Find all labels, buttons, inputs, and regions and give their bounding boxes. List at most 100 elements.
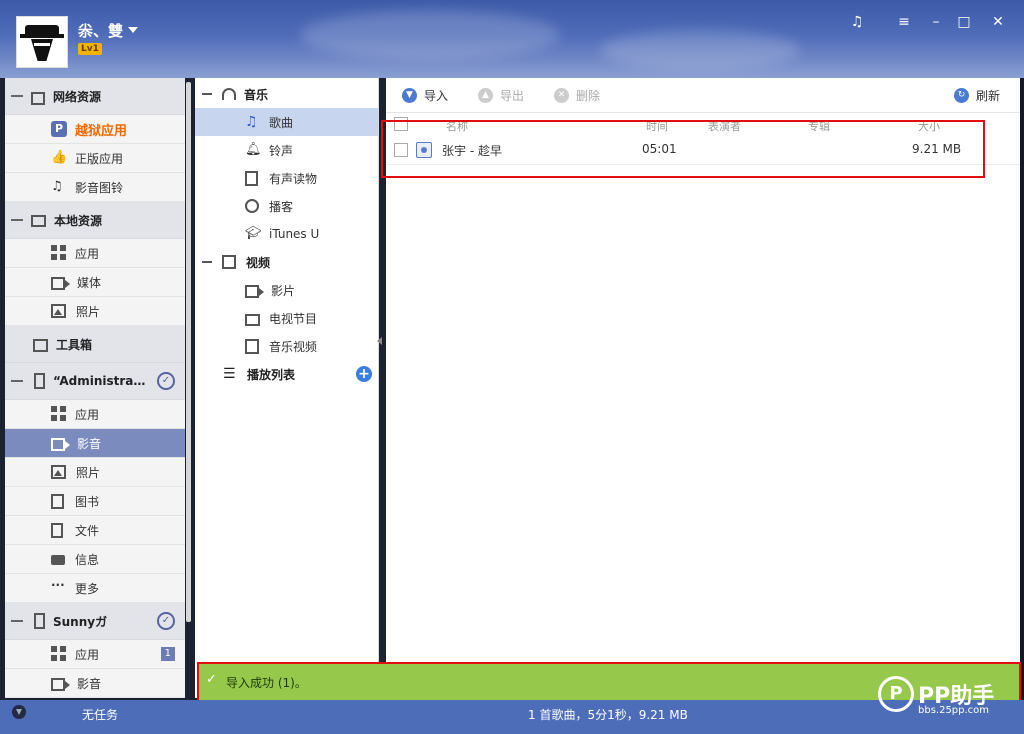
update-count-badge: 1 xyxy=(160,647,175,661)
category-title: 播放列表 xyxy=(247,367,296,382)
category-item-songs[interactable]: ♫ 歌曲 xyxy=(195,108,378,136)
export-button[interactable]: ▲ 导出 xyxy=(478,87,524,104)
picture-icon xyxy=(51,465,66,479)
sidebar-item-label: 应用 xyxy=(75,246,100,261)
sidebar-item-local-photos[interactable]: 照片 xyxy=(5,297,185,326)
sidebar-section-device-sunny[interactable]: Sunnyガ ✓ xyxy=(5,603,185,640)
sidebar-item-device-more[interactable]: ··· 更多 xyxy=(5,574,185,603)
refresh-label: 刷新 xyxy=(975,88,1000,103)
sidebar-item-label: 更多 xyxy=(75,581,100,596)
sidebar-item-label: 照片 xyxy=(76,465,101,480)
category-title: 音乐 xyxy=(244,87,269,102)
sidebar-item-label: 影音 xyxy=(77,436,102,451)
category-item-label: iTunes U xyxy=(269,227,320,241)
thumbs-up-icon: 👍 xyxy=(51,150,68,165)
sidebar-item-device-books[interactable]: 图书 xyxy=(5,487,185,516)
category-item-label: 播客 xyxy=(269,199,294,214)
category-item-movies[interactable]: 影片 xyxy=(195,276,378,304)
sidebar-section-title: “Administra… xyxy=(53,374,146,388)
video-camera-icon xyxy=(51,677,70,691)
bottom-bar: 无任务 1 首歌曲，5分1秒，9.21 MB xyxy=(0,700,1024,734)
sidebar-item-genuine-apps[interactable]: 👍 正版应用 xyxy=(5,144,185,173)
sidebar-section-local[interactable]: 本地资源 xyxy=(5,202,185,239)
sidebar-item-device-apps[interactable]: 应用 xyxy=(5,400,185,429)
delete-button[interactable]: ✕ 删除 xyxy=(554,87,600,104)
sidebar-item-local-apps[interactable]: 应用 xyxy=(5,239,185,268)
category-item-tv-shows[interactable]: 电视节目 xyxy=(195,304,378,332)
menu-icon[interactable]: ≡ xyxy=(894,12,914,32)
category-item-music-videos[interactable]: 音乐视频 xyxy=(195,332,378,360)
category-item-audiobooks[interactable]: 有声读物 xyxy=(195,164,378,192)
file-icon xyxy=(51,522,63,538)
refresh-icon: ↻ xyxy=(953,87,969,103)
sidebar-item-sunny-apps[interactable]: 应用 1 xyxy=(5,640,185,669)
category-item-ringtones[interactable]: 🔔︎ 铃声 xyxy=(195,136,378,164)
sidebar-item-device-photos[interactable]: 照片 xyxy=(5,458,185,487)
collapse-panel-icon[interactable] xyxy=(377,337,382,345)
book-icon xyxy=(51,493,64,509)
sidebar-item-label: 应用 xyxy=(75,407,100,422)
check-circle-icon: ✓ xyxy=(157,372,175,390)
music-video-icon xyxy=(245,338,259,354)
category-playlist-header[interactable]: ☰ 播放列表 + xyxy=(195,360,378,388)
sidebar-item-device-media[interactable]: 影音 xyxy=(5,429,185,458)
category-item-label: 电视节目 xyxy=(269,311,318,326)
sidebar-item-label: 应用 xyxy=(75,647,100,662)
picture-icon xyxy=(51,304,66,318)
import-button[interactable]: ▼ 导入 xyxy=(402,87,448,104)
category-video-header[interactable]: 视频 xyxy=(195,248,378,276)
sidebar-item-label: 媒体 xyxy=(77,275,102,290)
music-icon[interactable]: ♫ xyxy=(847,12,867,32)
add-playlist-button[interactable]: + xyxy=(356,366,372,382)
user-avatar[interactable] xyxy=(16,16,68,68)
refresh-button[interactable]: ↻ 刷新 xyxy=(953,87,1000,104)
more-icon: ··· xyxy=(51,578,65,592)
task-status[interactable]: 无任务 xyxy=(82,706,118,723)
video-camera-icon xyxy=(51,437,70,451)
category-item-label: 有声读物 xyxy=(269,171,318,186)
category-item-podcasts[interactable]: 播客 xyxy=(195,192,378,220)
sidebar-item-local-media[interactable]: 媒体 xyxy=(5,268,185,297)
p-icon: P xyxy=(51,121,67,137)
category-item-label: 音乐视频 xyxy=(269,339,318,354)
video-camera-icon xyxy=(245,284,264,298)
playlist-icon: ☰ xyxy=(223,366,236,382)
sidebar-item-jailbreak-apps[interactable]: P 越狱应用 xyxy=(5,115,185,144)
username[interactable]: 尜、雙 xyxy=(78,20,123,41)
grid-icon xyxy=(51,646,67,662)
delete-icon: ✕ xyxy=(554,87,570,103)
export-label: 导出 xyxy=(500,88,525,103)
sidebar-section-toolbox[interactable]: 工具箱 xyxy=(5,326,185,363)
sidebar-item-sunny-media[interactable]: 影音 xyxy=(5,669,185,698)
category-item-label: 铃声 xyxy=(269,143,294,158)
sidebar-section-network[interactable]: 网络资源 xyxy=(5,78,185,115)
sidebar-item-label: 越狱应用 xyxy=(75,123,128,139)
close-icon[interactable]: ✕ xyxy=(988,12,1008,32)
sidebar-item-media-ringtones[interactable]: ♫ 影音图铃 xyxy=(5,173,185,202)
music-note-icon: ♫ xyxy=(51,179,63,194)
sidebar-section-title: 网络资源 xyxy=(53,89,102,104)
grid-icon xyxy=(51,245,67,261)
sidebar-item-label: 图书 xyxy=(75,494,100,509)
phone-icon xyxy=(34,613,45,629)
category-item-label: 影片 xyxy=(271,283,296,298)
sidebar-scrollbar[interactable] xyxy=(186,82,191,622)
minimize-icon[interactable]: – xyxy=(926,12,946,32)
import-label: 导入 xyxy=(424,88,449,103)
sidebar: 网络资源 P 越狱应用 👍 正版应用 ♫ 影音图铃 本地资源 应用 媒体 照片 … xyxy=(5,78,185,698)
download-icon[interactable] xyxy=(12,705,26,719)
home-icon xyxy=(31,91,45,105)
maximize-icon[interactable]: □ xyxy=(954,12,974,32)
category-item-itunes-u[interactable]: 🎓︎ iTunes U xyxy=(195,220,378,248)
watermark-url: bbs.25pp.com xyxy=(918,705,990,716)
sidebar-section-device-admin[interactable]: “Administra… ✓ xyxy=(5,363,185,400)
chevron-down-icon[interactable] xyxy=(128,27,138,33)
category-music-header[interactable]: 音乐 xyxy=(195,80,378,108)
sidebar-section-title: Sunnyガ xyxy=(53,614,108,629)
highlight-box xyxy=(381,120,985,178)
library-summary: 1 首歌曲，5分1秒，9.21 MB xyxy=(528,708,688,722)
message-icon xyxy=(51,555,65,565)
media-category-panel: 音乐 ♫ 歌曲 🔔︎ 铃声 有声读物 播客 🎓︎ iTunes U 视频 影片 … xyxy=(195,78,379,698)
sidebar-item-device-files[interactable]: 文件 xyxy=(5,516,185,545)
sidebar-item-device-messages[interactable]: 信息 xyxy=(5,545,185,574)
